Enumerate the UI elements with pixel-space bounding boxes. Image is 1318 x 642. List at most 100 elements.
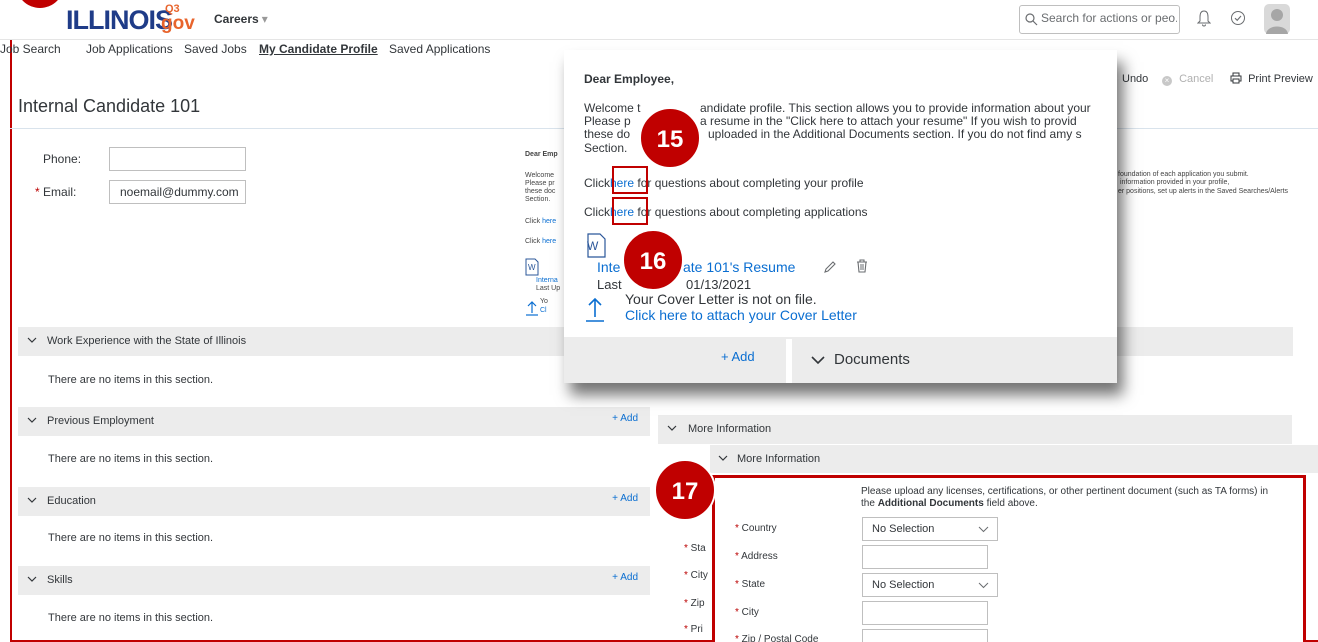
state-label-text: State bbox=[741, 579, 766, 590]
popup-welcome-start: Welcome t bbox=[584, 101, 641, 115]
chevron-down-icon: ▾ bbox=[261, 12, 268, 26]
country-select[interactable]: No Selection bbox=[862, 517, 998, 541]
city-label-text: City bbox=[741, 607, 759, 618]
section-title: More Information bbox=[737, 453, 821, 465]
cover-letter-missing: Your Cover Letter is not on file. bbox=[625, 291, 817, 307]
partial-badge bbox=[16, 0, 64, 8]
chevron-down-icon bbox=[667, 425, 677, 431]
blurb-resume-link[interactable]: Interna bbox=[536, 277, 558, 285]
callout-15: 15 bbox=[639, 107, 701, 169]
upload-icon[interactable] bbox=[526, 300, 538, 316]
edit-pencil-icon[interactable] bbox=[823, 260, 837, 274]
tab-my-candidate-profile[interactable]: My Candidate Profile bbox=[259, 42, 378, 56]
delete-trash-icon[interactable] bbox=[856, 259, 868, 273]
tab-saved-applications[interactable]: Saved Applications bbox=[389, 42, 490, 56]
svg-text:W: W bbox=[528, 263, 536, 272]
upload-note-additional-docs: Additional Documents bbox=[877, 498, 984, 509]
tab-saved-jobs[interactable]: Saved Jobs bbox=[184, 42, 247, 56]
address-label: * Address bbox=[735, 551, 778, 562]
popup-applications-question: for questions about completing applicati… bbox=[637, 205, 868, 219]
add-button[interactable]: + Add bbox=[612, 493, 638, 504]
state-label: * State bbox=[735, 579, 766, 590]
blurb-click-1: Click here bbox=[525, 218, 556, 226]
documents-section-header[interactable]: Documents bbox=[786, 339, 1117, 383]
peek-label-city-text: City bbox=[690, 570, 708, 581]
chevron-down-icon bbox=[27, 417, 37, 423]
section-header-previous-employment[interactable]: Previous Employment + Add bbox=[18, 407, 650, 436]
highlight-box-16 bbox=[612, 197, 648, 225]
search-input[interactable] bbox=[1041, 11, 1177, 25]
tab-job-search[interactable]: Job Search bbox=[0, 42, 61, 56]
zip-label-text: Zip / Postal Code bbox=[741, 634, 819, 642]
approvals-check-icon[interactable] bbox=[1230, 10, 1246, 26]
resume-link-start[interactable]: Inte bbox=[597, 259, 620, 275]
search-box[interactable] bbox=[1019, 5, 1180, 34]
state-select[interactable]: No Selection bbox=[862, 573, 998, 597]
section-title: Previous Employment bbox=[47, 415, 154, 427]
peek-label-city: * City bbox=[684, 570, 708, 581]
chevron-down-icon bbox=[978, 582, 989, 589]
blurb-right-3: er positions, set up alerts in the Saved… bbox=[1118, 188, 1289, 195]
popup-click-text: Click bbox=[584, 205, 610, 219]
blurb-here-link-1[interactable]: here bbox=[542, 218, 556, 225]
peek-label-primary: * Pri bbox=[684, 624, 703, 635]
blurb-here-link-2[interactable]: here bbox=[542, 238, 556, 245]
add-button[interactable]: + Add bbox=[612, 572, 638, 583]
blurb-click-1-text: Click bbox=[525, 218, 541, 225]
empty-message: There are no items in this section. bbox=[48, 453, 214, 465]
print-preview-button[interactable]: Print Preview bbox=[1230, 72, 1313, 85]
last-updated-start: Last bbox=[597, 277, 622, 292]
blurb-right-2: information provided in your profile, bbox=[1120, 179, 1230, 186]
top-header-bar: ILLINOIS Q3 gov Careers ▾ bbox=[0, 0, 1318, 40]
upload-icon[interactable] bbox=[586, 295, 604, 323]
country-label-text: Country bbox=[741, 523, 777, 534]
blurb-line-2: Please pr bbox=[525, 180, 555, 187]
blurb-line-4: Section. bbox=[525, 196, 551, 203]
email-label-text: Email: bbox=[43, 185, 77, 199]
section-title: More Information bbox=[688, 423, 772, 435]
phone-field[interactable] bbox=[109, 147, 246, 171]
city-field[interactable] bbox=[862, 601, 988, 625]
word-doc-icon: W bbox=[525, 258, 539, 276]
state-select-value: No Selection bbox=[872, 579, 935, 591]
last-updated-end: 01/13/2021 bbox=[686, 277, 752, 292]
avatar[interactable] bbox=[1264, 4, 1290, 34]
empty-message: There are no items in this section. bbox=[48, 374, 214, 386]
highlight-box-15 bbox=[612, 166, 648, 194]
section-band bbox=[1117, 327, 1293, 356]
undo-button[interactable]: Undo bbox=[1122, 73, 1148, 85]
email-field[interactable]: noemail@dummy.com bbox=[109, 180, 246, 204]
chevron-down-icon bbox=[811, 356, 825, 365]
cancel-button[interactable]: × Cancel bbox=[1162, 73, 1213, 86]
bell-icon[interactable] bbox=[1197, 10, 1211, 27]
zip-field[interactable] bbox=[862, 629, 988, 642]
email-label: * Email: bbox=[35, 185, 76, 199]
blurb-dear: Dear Emp bbox=[525, 151, 558, 158]
country-select-value: No Selection bbox=[872, 523, 935, 535]
blurb-cover-attach[interactable]: Cl bbox=[540, 307, 547, 315]
chevron-down-icon bbox=[978, 526, 989, 533]
section-header-work-experience[interactable]: Work Experience with the State of Illino… bbox=[18, 327, 650, 356]
logo-gov: gov bbox=[161, 13, 195, 34]
subsection-header-more-information[interactable]: More Information bbox=[710, 445, 1318, 473]
section-header-skills[interactable]: Skills + Add bbox=[18, 566, 650, 595]
careers-menu[interactable]: Careers ▾ bbox=[214, 12, 268, 26]
section-header-education[interactable]: Education + Add bbox=[18, 487, 650, 516]
logo-illinois[interactable]: ILLINOIS bbox=[66, 5, 173, 36]
printer-icon bbox=[1230, 72, 1242, 84]
address-field[interactable] bbox=[862, 545, 988, 569]
blurb-right-1: foundation of each application you submi… bbox=[1118, 171, 1249, 178]
peek-label-primary-text: Pri bbox=[690, 624, 703, 635]
more-info-form: Please upload any licenses, certificatio… bbox=[712, 475, 1306, 642]
tab-job-applications[interactable]: Job Applications bbox=[86, 42, 173, 56]
section-title: Work Experience with the State of Illino… bbox=[47, 335, 247, 347]
peek-label-state: * Sta bbox=[684, 543, 706, 554]
add-button[interactable]: + Add bbox=[612, 413, 638, 424]
popup-add-button[interactable]: + Add bbox=[721, 349, 755, 364]
attach-cover-letter-link[interactable]: Click here to attach your Cover Letter bbox=[625, 307, 857, 323]
popup-click-text: Click bbox=[584, 176, 610, 190]
section-header-more-information[interactable]: More Information bbox=[658, 415, 1292, 444]
resume-link-end[interactable]: ate 101's Resume bbox=[683, 259, 795, 275]
callout-16: 16 bbox=[622, 229, 684, 291]
popup-welcome-end: andidate profile. This section allows yo… bbox=[700, 101, 1091, 115]
